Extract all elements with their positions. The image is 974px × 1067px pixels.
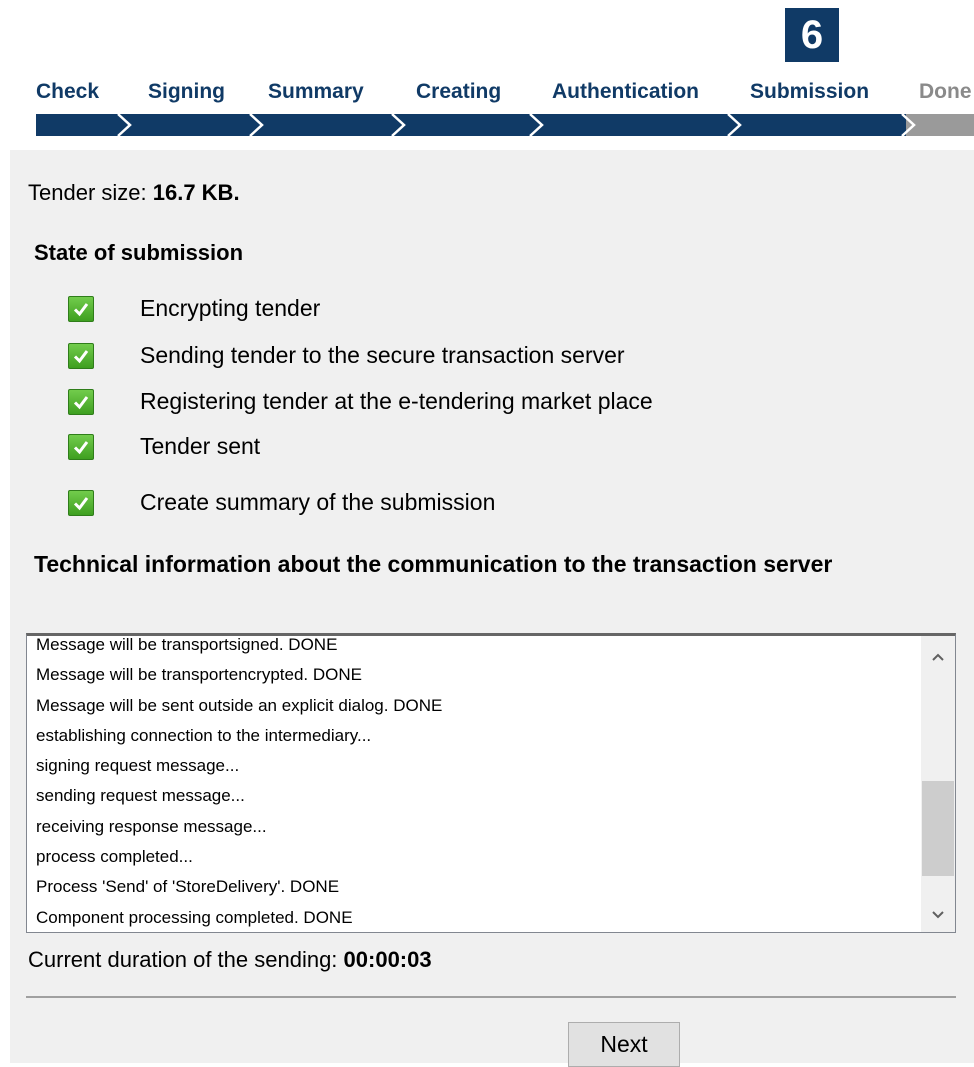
log-line: receiving response message... — [36, 816, 267, 836]
checkmark-icon — [68, 434, 94, 460]
divider — [26, 996, 956, 998]
status-item: Registering tender at the e-tendering ma… — [68, 388, 653, 415]
scroll-thumb[interactable] — [922, 781, 954, 876]
step-submission: Submission — [750, 80, 870, 103]
status-label: Registering tender at the e-tendering ma… — [140, 388, 653, 414]
content-panel: Tender size: 16.7 KB. State of submissio… — [10, 150, 974, 1067]
log-line: Message will be sent outside an explicit… — [36, 695, 443, 715]
checkmark-icon — [68, 296, 94, 322]
checkmark-icon — [68, 490, 94, 516]
status-label: Sending tender to the secure transaction… — [140, 342, 625, 368]
communication-log[interactable]: Message will be transportsigned. DONE Me… — [26, 633, 956, 933]
log-lines: Message will be transportsigned. DONE Me… — [36, 635, 443, 932]
checkmark-icon — [68, 389, 94, 415]
step-creating: Creating — [416, 80, 502, 103]
status-item: Create summary of the submission — [68, 489, 495, 516]
duration-label: Current duration of the sending: — [28, 947, 344, 972]
step-check: Check — [36, 80, 100, 103]
log-line: process completed... — [36, 847, 193, 867]
wizard-header: 6 Check Signing Summary Creating Authent… — [0, 0, 974, 150]
tender-size-label: Tender size: — [28, 180, 153, 205]
step-summary: Summary — [268, 80, 364, 103]
log-line: Process 'Send' of 'StoreDelivery'. DONE — [36, 877, 340, 897]
technical-info-heading: Technical information about the communic… — [34, 551, 833, 577]
scroll-down-arrow-icon[interactable] — [921, 900, 955, 930]
state-of-submission-heading: State of submission — [34, 240, 244, 265]
log-line: signing request message... — [36, 756, 240, 776]
status-label: Create summary of the submission — [140, 489, 496, 515]
next-button[interactable]: Next — [568, 1022, 680, 1067]
status-label: Encrypting tender — [140, 295, 321, 321]
wizard-progress-bar — [36, 113, 974, 137]
tender-size-value: 16.7 KB. — [152, 180, 240, 205]
duration-value: 00:00:03 — [343, 947, 432, 972]
status-item: Encrypting tender — [68, 295, 320, 322]
log-scrollbar[interactable] — [921, 636, 955, 932]
status-label: Tender sent — [140, 433, 261, 459]
status-item: Sending tender to the secure transaction… — [68, 342, 625, 369]
step-done: Done — [919, 80, 972, 103]
tender-size: Tender size: 16.7 KB. — [28, 180, 240, 206]
log-line: Message will be transportencrypted. DONE — [36, 665, 362, 685]
progress-segment-completed — [36, 114, 906, 136]
scroll-up-arrow-icon[interactable] — [921, 642, 955, 672]
step-signing: Signing — [148, 80, 225, 103]
checkmark-icon — [68, 343, 94, 369]
log-line: Component processing completed. DONE — [36, 907, 353, 927]
step-authentication: Authentication — [552, 80, 699, 103]
progress-segment-pending — [906, 114, 974, 136]
log-line: establishing connection to the intermedi… — [36, 725, 372, 745]
sending-duration: Current duration of the sending: 00:00:0… — [28, 947, 432, 973]
log-line: Message will be transportsigned. DONE — [36, 635, 338, 654]
log-line: sending request message... — [36, 786, 245, 806]
current-step-badge: 6 — [785, 8, 839, 62]
status-item: Tender sent — [68, 433, 260, 460]
